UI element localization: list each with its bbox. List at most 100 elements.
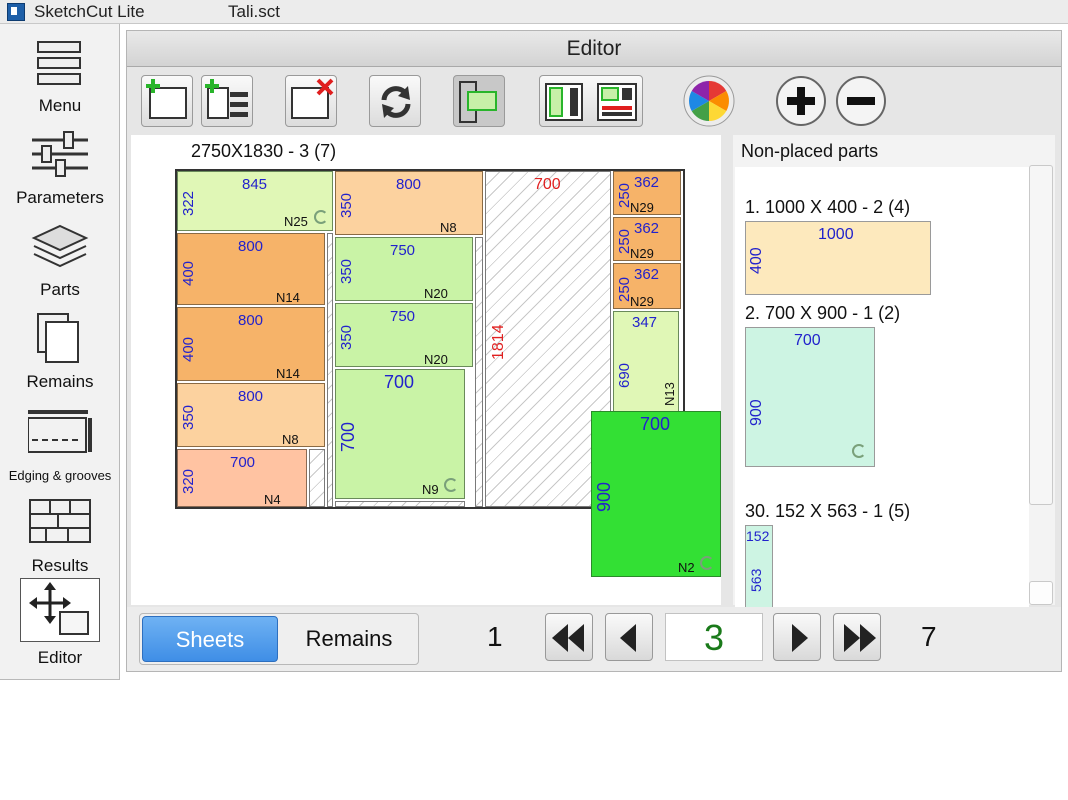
split-layout-button[interactable] (539, 75, 643, 127)
sidebar-item-menu[interactable]: Menu (0, 30, 120, 122)
part-width: 347 (632, 314, 658, 331)
part-n8[interactable]: 800 350 N8 (335, 171, 483, 235)
zoom-in-button[interactable] (775, 75, 827, 127)
part-width: 800 (238, 238, 264, 255)
sidebar-item-parameters[interactable]: Parameters (0, 122, 120, 214)
part-width: 800 (238, 388, 264, 405)
layout-icon (459, 81, 497, 123)
part-n8[interactable]: 800 350 N8 (177, 383, 325, 447)
non-placed-scrollbar[interactable] (1029, 165, 1053, 505)
part-n29[interactable]: 362 250 N29 (613, 217, 681, 261)
part-height: 900 (748, 399, 765, 426)
part-n20[interactable]: 750 350 N20 (335, 303, 473, 367)
sidebar: Menu Parameters Parts Remains Edging & g… (0, 24, 120, 680)
part-height: 320 (180, 468, 197, 494)
part-width: 362 (634, 266, 660, 283)
sheets-tab[interactable]: Sheets (142, 616, 278, 662)
waste-area (327, 233, 333, 507)
current-page-field[interactable]: 3 (665, 613, 763, 661)
part-n9[interactable]: 700 700 N9 (335, 369, 465, 499)
part-number: N14 (276, 366, 300, 381)
hamburger-menu-icon (37, 41, 81, 85)
non-placed-item-label: 30. 152 X 563 - 1 (5) (745, 501, 911, 521)
sidebar-item-parts[interactable]: Parts (0, 214, 120, 306)
part-number: N13 (662, 382, 677, 406)
part-n29[interactable]: 362 250 N29 (613, 171, 681, 215)
last-page-button[interactable] (833, 613, 881, 661)
sidebar-item-label: Remains (26, 372, 94, 391)
grid-results-icon (29, 499, 91, 543)
part-width: 800 (238, 312, 264, 329)
part-width: 362 (634, 174, 660, 191)
non-placed-part[interactable]: 1000 400 (745, 221, 931, 295)
app-title: SketchCut Lite (34, 2, 145, 21)
add-sheet-icon (146, 79, 187, 119)
delete-sheet-icon (291, 78, 334, 119)
zoom-out-button[interactable] (835, 75, 887, 127)
part-n4[interactable]: 700 320 N4 (177, 449, 307, 507)
title-bar: SketchCut Lite Tali.sct (0, 0, 1068, 24)
non-placed-item-label: 1. 1000 X 400 - 2 (4) (745, 197, 911, 217)
waste-area (309, 449, 325, 507)
part-n14[interactable]: 800 400 N14 (177, 307, 325, 381)
sheet-title: 2750X1830 - 3 (7) (191, 141, 337, 161)
part-width: 700 (384, 372, 415, 392)
part-width: 800 (396, 176, 422, 193)
part-height: 400 (180, 260, 197, 286)
part-n29[interactable]: 362 250 N29 (613, 263, 681, 309)
sidebar-item-edging[interactable]: Edging & grooves (0, 398, 120, 490)
non-placed-part[interactable]: 152 563 (745, 525, 773, 607)
rotate-mark-icon (700, 556, 714, 570)
part-n2-dragged[interactable]: 700 900 N2 (591, 411, 721, 577)
part-n20[interactable]: 750 350 N20 (335, 237, 473, 301)
color-picker-button[interactable] (683, 75, 735, 127)
rotate-mark-icon (444, 478, 458, 492)
remains-tab[interactable]: Remains (280, 616, 418, 662)
double-right-arrow-icon (844, 624, 876, 652)
sidebar-item-remains[interactable]: Remains (0, 306, 120, 398)
part-number: N4 (264, 492, 281, 507)
rotate-button[interactable] (369, 75, 421, 127)
sidebar-item-results[interactable]: Results (0, 490, 120, 582)
non-placed-item-label: 2. 700 X 900 - 1 (2) (745, 303, 901, 323)
layout-toggle-button[interactable] (453, 75, 505, 127)
part-height: 350 (338, 192, 355, 218)
part-number: N20 (424, 286, 448, 301)
split-layout-icon (545, 83, 637, 121)
part-height: 563 (748, 568, 764, 592)
copy-pages-icon (37, 313, 79, 363)
part-height: 400 (748, 247, 765, 274)
part-width: 700 (230, 454, 256, 471)
part-n14[interactable]: 800 400 N14 (177, 233, 325, 305)
part-height: 690 (616, 362, 633, 388)
scrollbar-corner-button[interactable] (1029, 581, 1053, 605)
part-height: 322 (180, 190, 197, 216)
sheet-canvas[interactable]: 2750X1830 - 3 (7) 845 322 N25 800 400 N1… (131, 135, 721, 605)
color-wheel-icon (683, 75, 735, 127)
next-page-button[interactable] (773, 613, 821, 661)
add-sheet-button[interactable] (141, 75, 193, 127)
part-number: N8 (282, 432, 299, 447)
left-arrow-icon (620, 624, 636, 652)
part-number: N20 (424, 352, 448, 367)
first-page-button[interactable] (545, 613, 593, 661)
non-placed-list[interactable]: 1. 1000 X 400 - 2 (4) 1000 400 2. 700 X … (735, 167, 1029, 607)
zoom-in-icon (776, 76, 826, 126)
non-placed-part[interactable]: 700 900 (745, 327, 875, 467)
sidebar-item-label: Parts (40, 280, 80, 299)
last-page-number: 7 (921, 621, 937, 652)
sidebar-item-label: Results (31, 556, 89, 575)
sidebar-item-editor[interactable]: Editor (0, 578, 120, 670)
part-height: 700 (338, 421, 358, 452)
part-number: N14 (276, 290, 300, 305)
part-width: 750 (390, 242, 416, 259)
editor-panel: Editor 2750X1830 - 3 (7) 845 322 N25 800… (126, 30, 1062, 672)
part-number: N8 (440, 220, 457, 235)
non-placed-title: Non-placed parts (741, 141, 879, 161)
zoom-out-icon (836, 76, 886, 126)
waste-area (475, 237, 483, 507)
previous-page-button[interactable] (605, 613, 653, 661)
delete-sheet-button[interactable] (285, 75, 337, 127)
part-n25[interactable]: 845 322 N25 (177, 171, 333, 231)
add-sheet-list-button[interactable] (201, 75, 253, 127)
